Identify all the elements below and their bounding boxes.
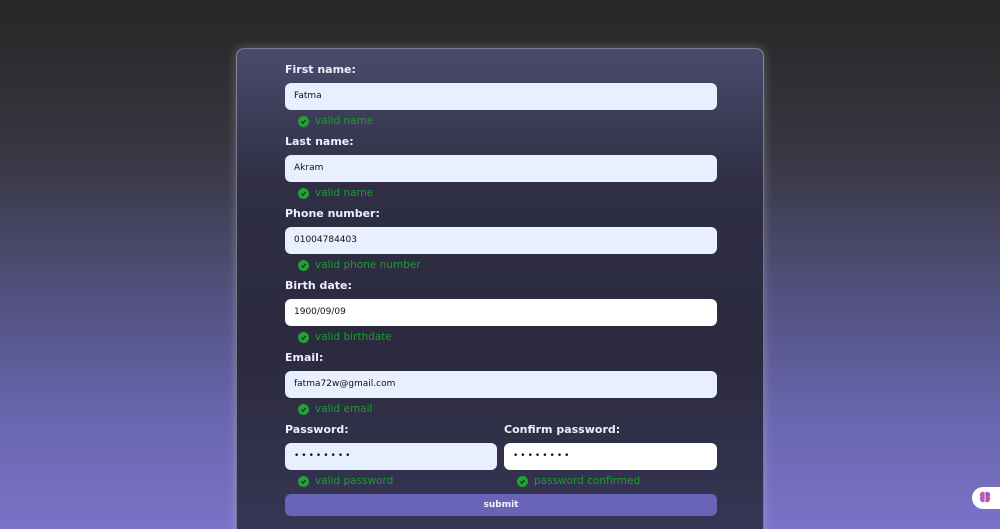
email-input[interactable]: fatma72w@gmail.com (285, 371, 717, 398)
check-circle-icon (298, 115, 309, 127)
email-status-text: valid email (315, 403, 373, 415)
birth-date-input[interactable]: 1900/09/09 (285, 299, 717, 326)
phone-status-text: valid phone number (315, 259, 421, 271)
birth-date-field: Birth date: 1900/09/09 (285, 279, 717, 326)
check-circle-icon (517, 475, 528, 487)
last-name-status: valid name (298, 187, 373, 199)
password-field: Password: •••••••• (285, 423, 497, 470)
last-name-field: Last name: Akram (285, 135, 717, 182)
last-name-input[interactable]: Akram (285, 155, 717, 182)
phone-status: valid phone number (298, 259, 421, 271)
first-name-field: First name: Fatma (285, 63, 717, 110)
last-name-label: Last name: (285, 135, 354, 148)
first-name-status: valid name (298, 115, 373, 127)
password-status: valid password (298, 475, 393, 487)
confirm-password-input[interactable]: •••••••• (504, 443, 717, 470)
check-circle-icon (298, 475, 309, 487)
check-circle-icon (298, 403, 309, 415)
phone-label: Phone number: (285, 207, 380, 220)
phone-field: Phone number: 01004784403 (285, 207, 717, 254)
check-circle-icon (298, 259, 309, 271)
first-name-status-text: valid name (315, 115, 374, 127)
submit-button[interactable]: submit (285, 494, 717, 516)
email-status: valid email (298, 403, 372, 415)
registration-form: First name: Fatma valid name Last name: … (236, 48, 764, 529)
first-name-label: First name: (285, 63, 356, 76)
confirm-password-field: Confirm password: •••••••• (504, 423, 717, 470)
check-circle-icon (298, 331, 309, 343)
password-input[interactable]: •••••••• (285, 443, 497, 470)
password-label: Password: (285, 423, 349, 436)
confirm-password-status-text: password confirmed (534, 475, 641, 487)
last-name-status-text: valid name (315, 187, 374, 199)
assistant-widget-button[interactable] (972, 487, 1000, 509)
password-status-text: valid password (315, 475, 394, 487)
email-field: Email: fatma72w@gmail.com (285, 351, 717, 398)
check-circle-icon (298, 187, 309, 199)
birth-date-label: Birth date: (285, 279, 352, 292)
confirm-password-label: Confirm password: (504, 423, 621, 436)
confirm-password-status: password confirmed (517, 475, 640, 487)
birth-date-status-text: valid birthdate (315, 331, 392, 343)
first-name-input[interactable]: Fatma (285, 83, 717, 110)
birth-date-status: valid birthdate (298, 331, 392, 343)
email-label: Email: (285, 351, 324, 364)
phone-input[interactable]: 01004784403 (285, 227, 717, 254)
brain-icon (978, 489, 992, 508)
